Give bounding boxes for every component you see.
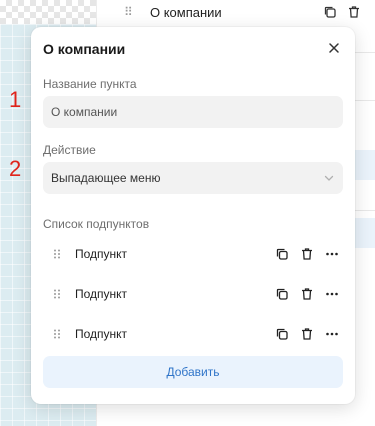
more-icon[interactable] xyxy=(325,327,339,341)
annotation-number-2: 2 xyxy=(9,156,22,181)
subitem-row[interactable]: Подпункт xyxy=(43,318,343,350)
more-icon[interactable] xyxy=(325,287,339,301)
drag-handle-icon[interactable] xyxy=(51,328,63,340)
action-field-label: Действие xyxy=(43,143,96,157)
action-select-value: Выпадающее меню xyxy=(51,171,161,185)
copy-icon[interactable] xyxy=(275,247,289,261)
menu-list-row-label: О компании xyxy=(150,4,222,20)
drag-handle-icon[interactable] xyxy=(51,288,63,300)
menu-item-settings-popup: О компании Название пункта Действие Выпа… xyxy=(31,27,355,404)
copy-icon[interactable] xyxy=(323,5,337,19)
close-icon[interactable] xyxy=(327,41,341,55)
more-icon[interactable] xyxy=(325,247,339,261)
subitem-label: Подпункт xyxy=(75,247,128,261)
subitem-label: Подпункт xyxy=(75,287,128,301)
annotation-number-1: 1 xyxy=(9,87,22,112)
copy-icon[interactable] xyxy=(275,327,289,341)
menu-list-row[interactable]: ⠿ О компании xyxy=(124,0,375,24)
name-field-label: Название пункта xyxy=(43,77,137,91)
canvas-checker-strip xyxy=(0,0,96,24)
popup-title: О компании xyxy=(43,41,126,57)
trash-icon[interactable] xyxy=(347,5,361,19)
subitem-label: Подпункт xyxy=(75,327,128,341)
action-select[interactable]: Выпадающее меню xyxy=(43,162,343,194)
drag-handle-icon[interactable]: ⠿ xyxy=(124,5,142,19)
subitem-row[interactable]: Подпункт xyxy=(43,278,343,310)
drag-handle-icon[interactable] xyxy=(51,248,63,260)
copy-icon[interactable] xyxy=(275,287,289,301)
subitems-label: Список подпунктов xyxy=(43,217,150,231)
trash-icon[interactable] xyxy=(300,247,314,261)
chevron-down-icon xyxy=(324,175,334,181)
name-field[interactable] xyxy=(43,96,343,128)
subitem-row[interactable]: Подпункт xyxy=(43,238,343,270)
trash-icon[interactable] xyxy=(300,287,314,301)
add-subitem-button[interactable]: Добавить xyxy=(43,356,343,388)
trash-icon[interactable] xyxy=(300,327,314,341)
